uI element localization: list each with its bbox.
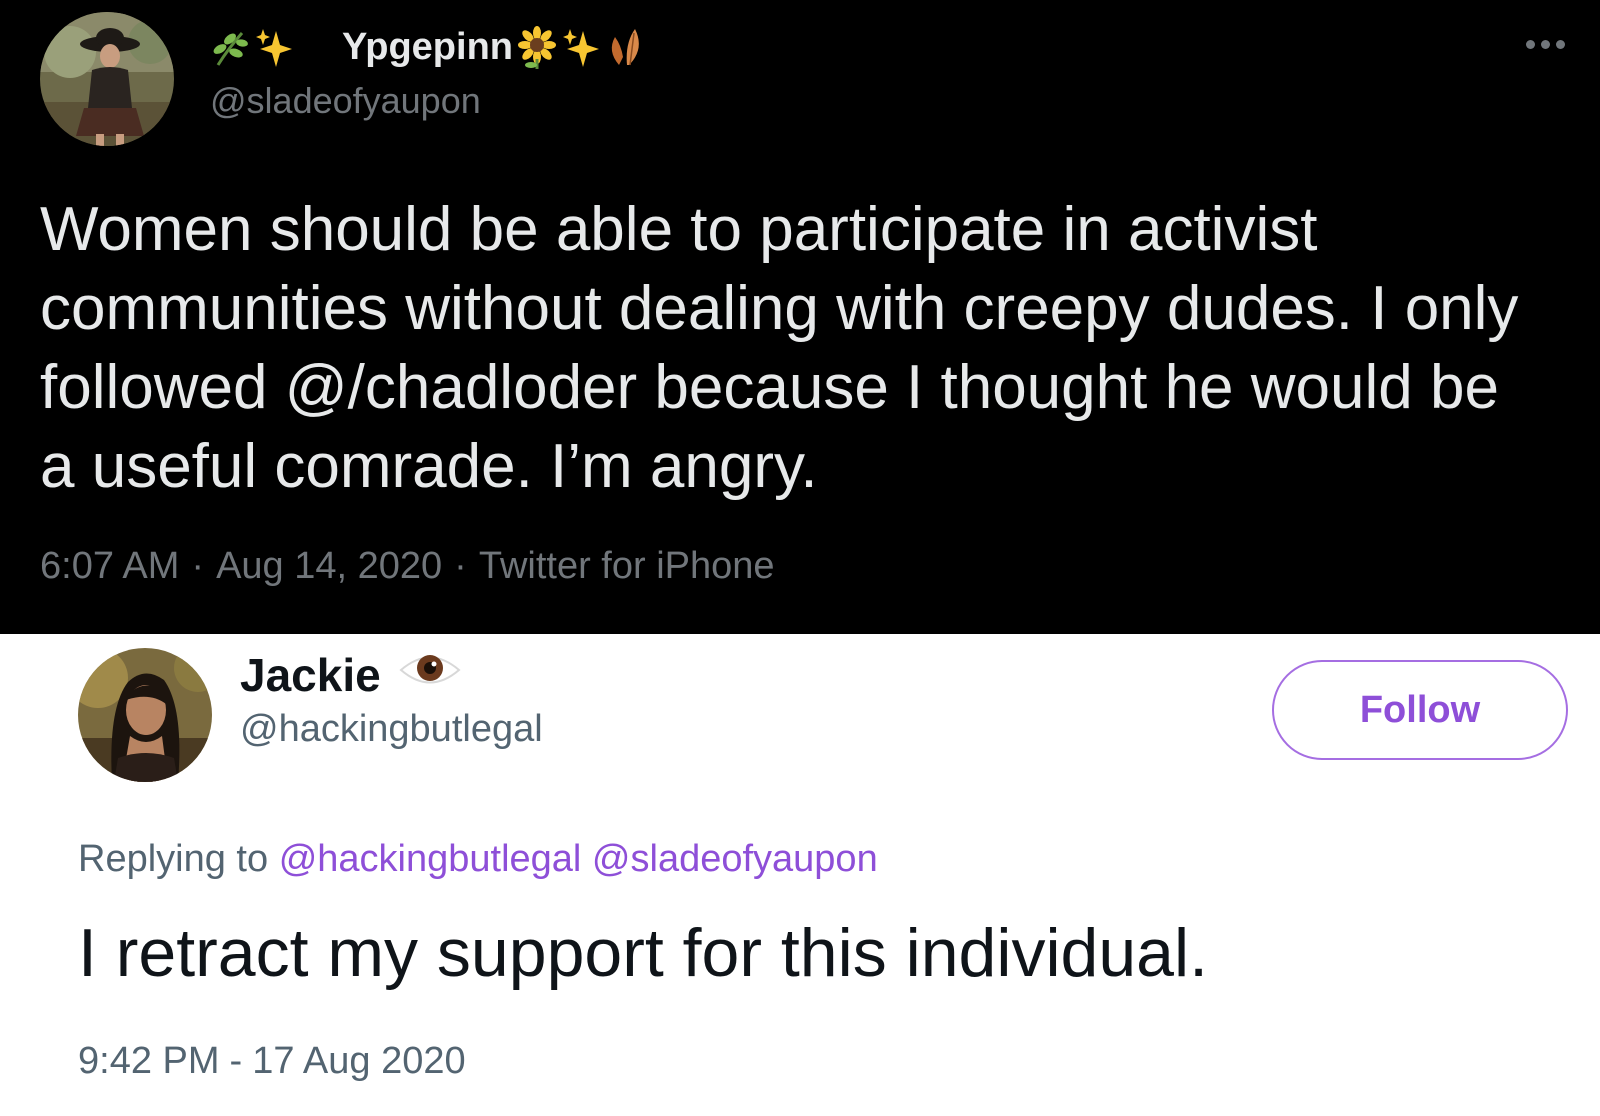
fallen-leaf-icon [605,25,645,69]
avatar-photo-icon [78,648,212,782]
handle[interactable]: @sladeofyaupon [210,80,481,122]
tweet-metadata: 9:42 PM - 17 Aug 2020 [78,1040,466,1083]
tweet-source[interactable]: Twitter for iPhone [479,545,775,588]
follow-button[interactable]: Follow [1272,660,1568,760]
mention-link[interactable]: @sladeofyaupon [592,838,878,880]
avatar-photo-icon [40,12,174,146]
sparkles-icon [561,25,601,69]
display-name: Ypgepinn [342,25,513,68]
tweet-date[interactable]: 17 Aug 2020 [252,1040,465,1083]
separator: · [454,545,467,587]
dot [1556,40,1565,49]
herb-icon [210,25,250,69]
sunflower-icon [517,25,557,69]
handle[interactable]: @hackingbutlegal [240,708,543,751]
mention-link[interactable]: @hackingbutlegal [279,838,582,880]
tweet-time[interactable]: 6:07 AM [40,545,179,588]
sparkles-icon [254,25,294,69]
separator: - [229,1040,243,1082]
more-horizontal-icon[interactable] [1526,40,1565,49]
eye-icon [399,648,461,702]
crescent-moon-icon [298,25,338,69]
replying-to: Replying to @hackingbutlegal @sladeofyau… [78,838,878,881]
dot [1526,40,1535,49]
avatar-sladeofyaupon[interactable] [40,12,174,146]
tweet-metadata: 6:07 AM · Aug 14, 2020 · Twitter for iPh… [40,545,775,588]
tweet-date[interactable]: Aug 14, 2020 [216,545,442,588]
display-name: Jackie [240,649,381,701]
display-name-row[interactable]: Jackie [240,645,461,705]
tweet-text: Women should be able to participate in a… [40,195,1519,501]
display-name-row[interactable]: Ypgepinn [210,20,645,74]
avatar-hackingbutlegal[interactable] [78,648,212,782]
tweet-dark: Ypgepinn @sladeofyaupon Women should be … [0,0,1600,634]
tweet-text: I retract my support for this individual… [78,915,1209,991]
separator: · [191,545,205,587]
replying-prefix: Replying to [78,838,269,880]
tweet-time[interactable]: 9:42 PM [78,1040,220,1083]
dot [1541,40,1550,49]
